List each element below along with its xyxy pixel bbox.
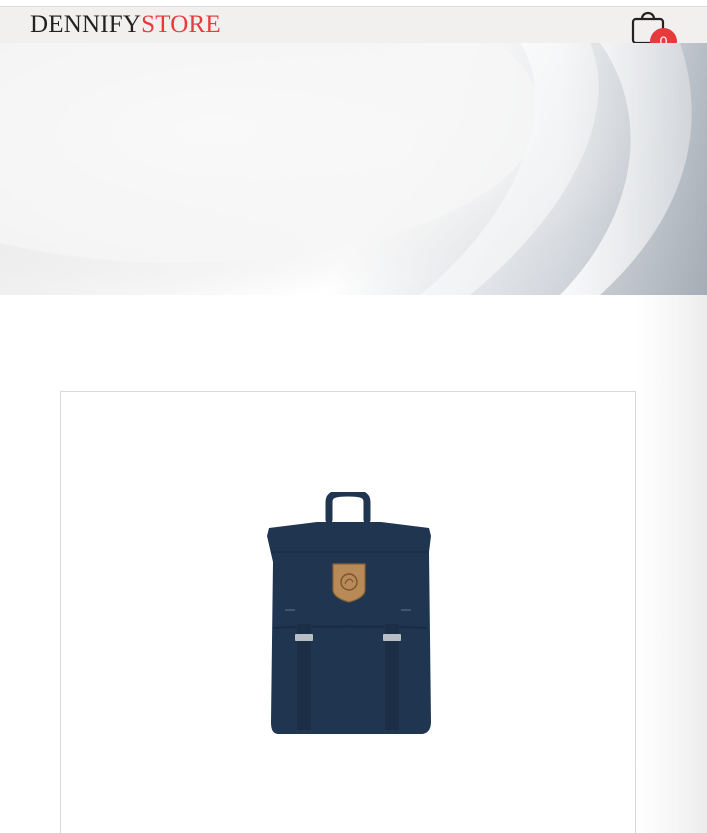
site-header: DENNIFYSTORE 0 bbox=[0, 7, 707, 55]
store-logo[interactable]: DENNIFYSTORE bbox=[30, 10, 221, 40]
product-image[interactable] bbox=[261, 489, 436, 742]
hero-abstract-curves bbox=[0, 43, 707, 295]
backpack-image bbox=[267, 489, 431, 734]
right-sidebar-shadow bbox=[636, 295, 707, 833]
page: DENNIFYSTORE 0 bbox=[0, 0, 707, 833]
hero-banner bbox=[0, 43, 707, 295]
top-border bbox=[0, 0, 707, 7]
product-card[interactable] bbox=[60, 391, 636, 833]
logo-text-primary: DENNIFY bbox=[30, 11, 142, 38]
logo-text-accent: STORE bbox=[141, 11, 221, 38]
